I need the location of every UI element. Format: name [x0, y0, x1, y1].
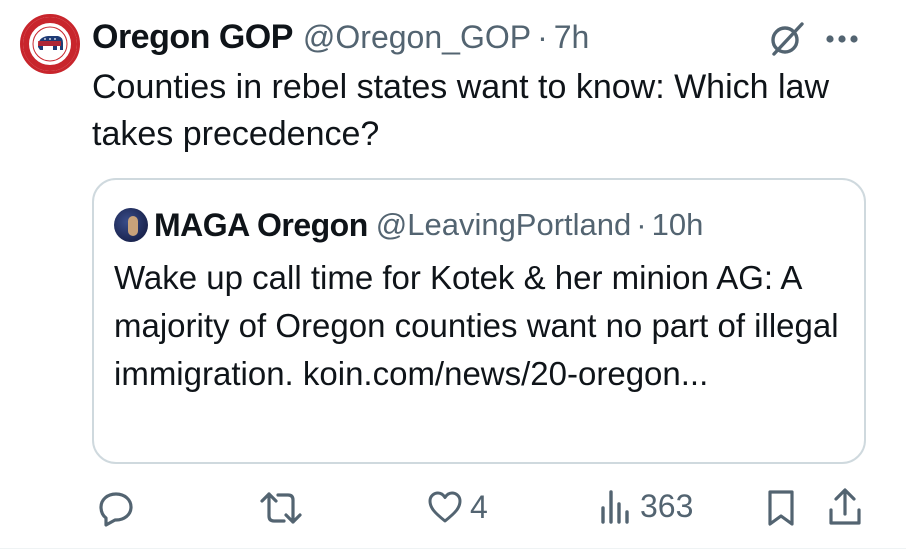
tweet-header: Oregon GOP @Oregon_GOP · 7h [92, 14, 589, 60]
retweet-button[interactable] [258, 488, 304, 528]
more-options-icon[interactable] [822, 24, 862, 54]
views-icon [601, 490, 629, 524]
heart-icon [428, 491, 462, 523]
quoted-tweet-text: Wake up call time for Kotek & her minion… [114, 259, 839, 392]
reply-button[interactable] [96, 488, 136, 528]
quoted-author-name[interactable]: MAGA Oregon [154, 207, 368, 244]
quoted-author-handle[interactable]: @LeavingPortland [376, 207, 632, 243]
share-icon [829, 488, 861, 525]
like-button[interactable]: 4 [426, 488, 488, 526]
like-count: 4 [470, 488, 488, 525]
quoted-author-avatar[interactable] [114, 208, 148, 242]
quoted-tweet-header: MAGA Oregon @LeavingPortland · 10h [114, 202, 703, 248]
author-name[interactable]: Oregon GOP [92, 18, 293, 57]
quoted-tweet[interactable]: MAGA Oregon @LeavingPortland · 10h Wake … [92, 178, 866, 464]
tweet[interactable]: Oregon GOP @Oregon_GOP · 7h Counties in … [0, 0, 906, 556]
reply-icon [99, 492, 133, 527]
tweet-text: Counties in rebel states want to know: W… [92, 68, 830, 153]
views-count: 363 [640, 487, 694, 524]
bookmark-icon [768, 490, 794, 526]
bookmark-button[interactable] [764, 488, 798, 528]
action-bar: 4 363 [0, 480, 906, 536]
views-button[interactable]: 363 [596, 486, 693, 526]
separator-dot: · [537, 18, 548, 55]
retweet-icon [260, 492, 302, 524]
divider [0, 548, 906, 549]
separator-dot: · [636, 207, 647, 242]
oregon-gop-avatar[interactable] [20, 14, 80, 74]
quoted-tweet-time[interactable]: 10h [652, 207, 704, 243]
tweet-time[interactable]: 7h [554, 19, 590, 56]
share-button[interactable] [826, 486, 864, 528]
grok-icon[interactable] [766, 18, 808, 60]
author-handle[interactable]: @Oregon_GOP [303, 19, 531, 56]
